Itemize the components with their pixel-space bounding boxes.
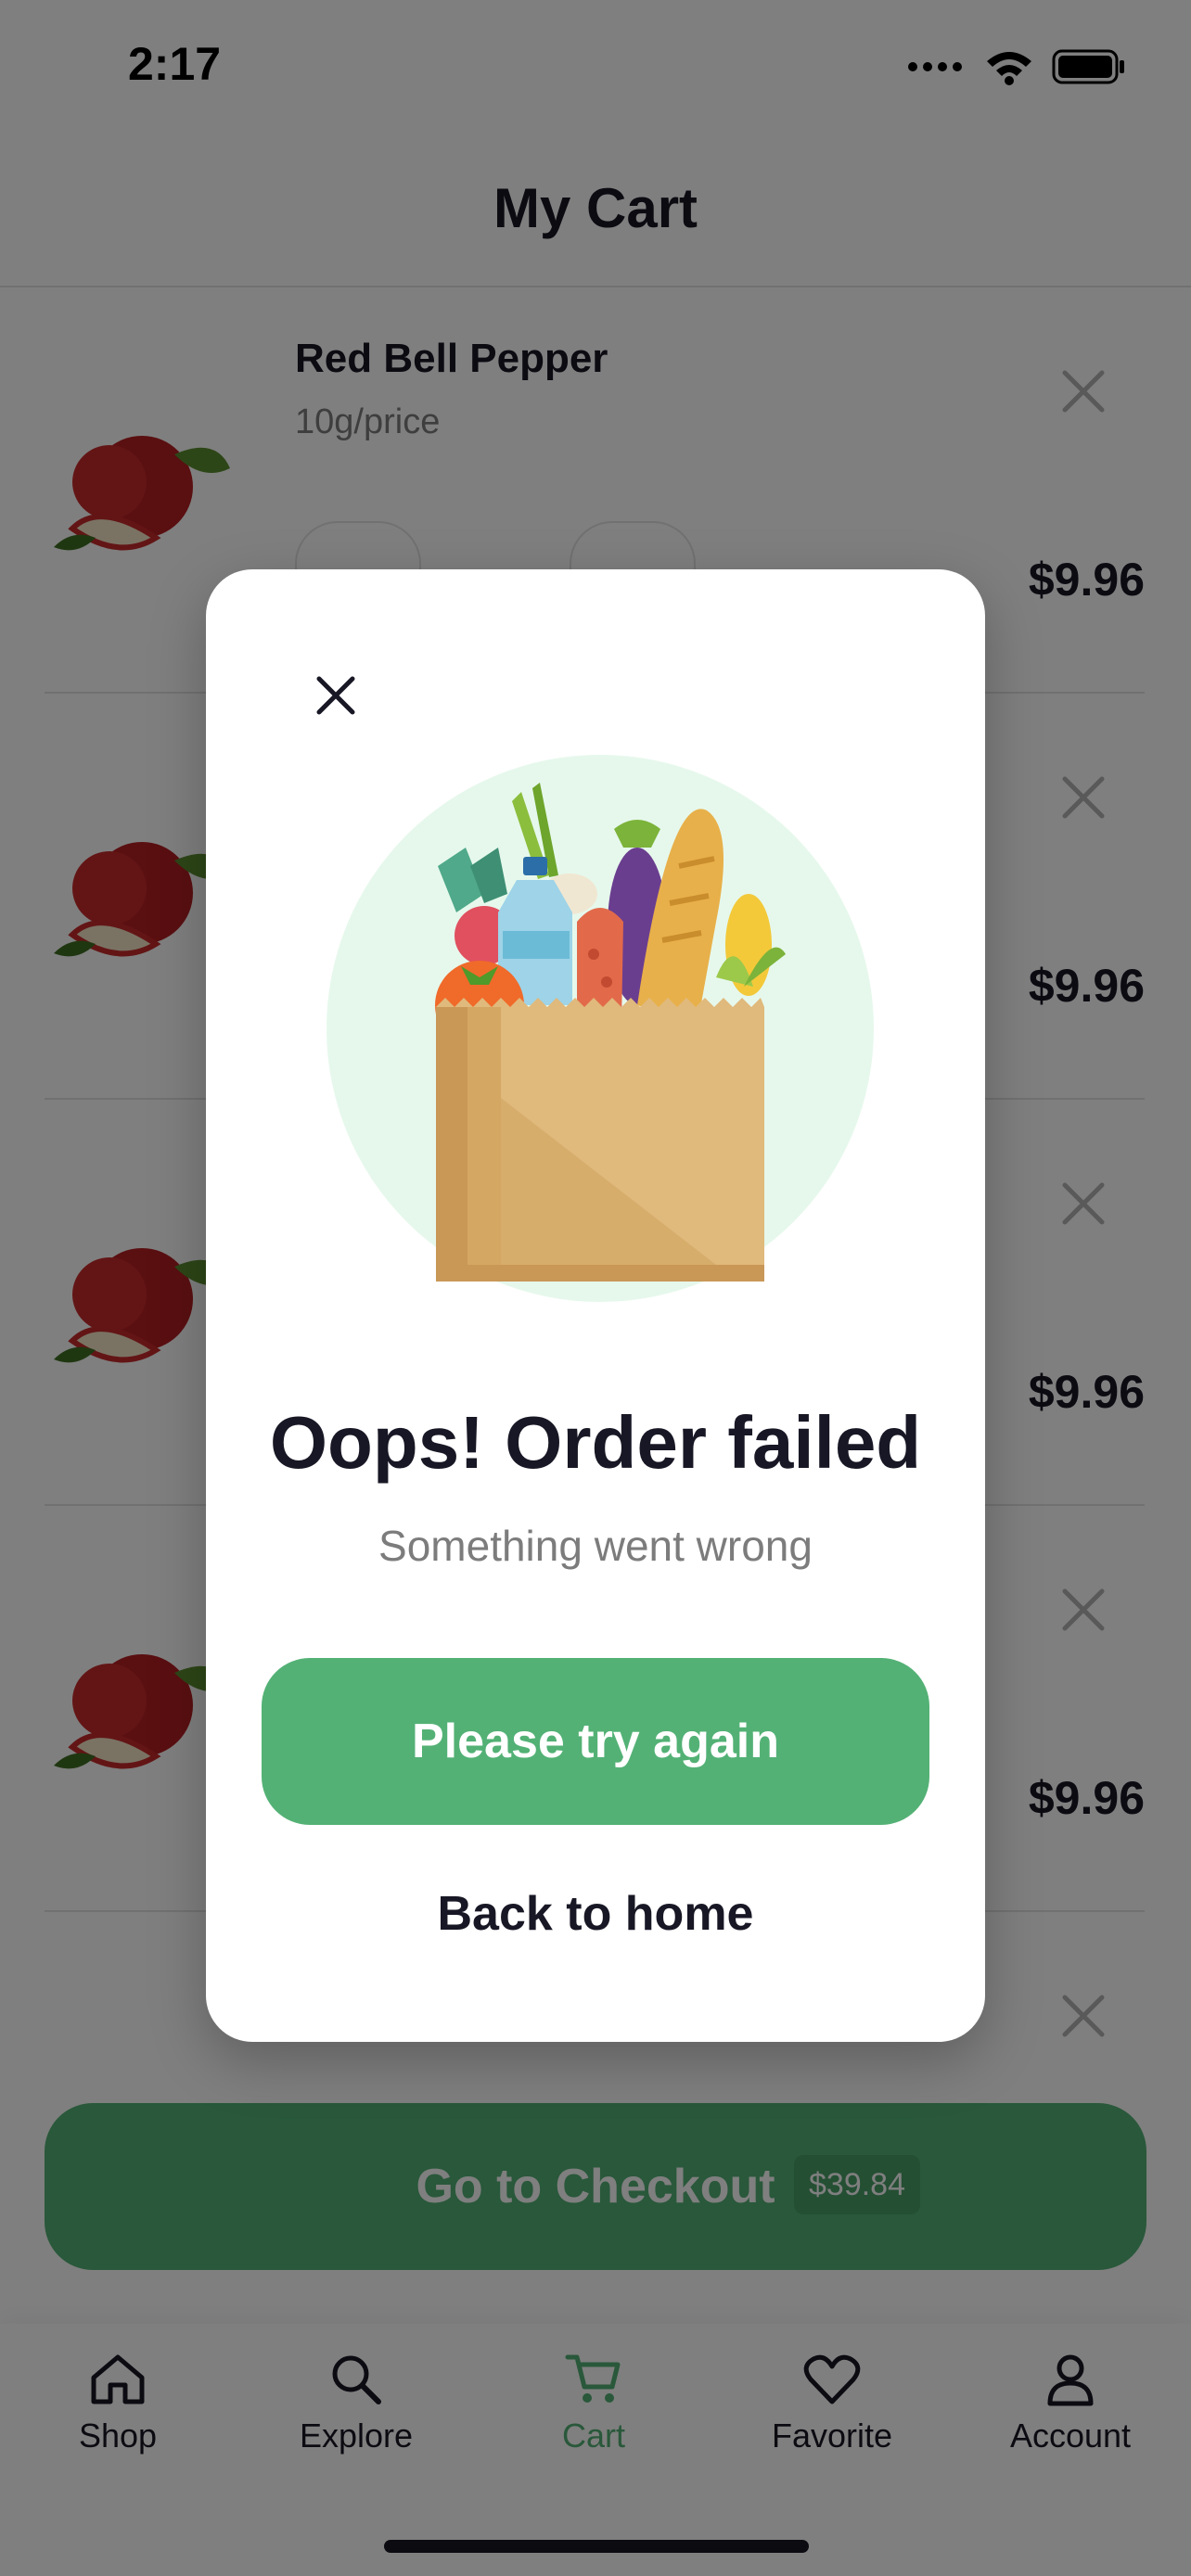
modal-subtitle: Something went wrong [378,1522,813,1570]
order-failed-dialog: Oops! Order failed Something went wrong … [206,569,985,2042]
modal-title: Oops! Order failed [269,1401,922,1484]
close-button[interactable] [299,658,373,733]
grocery-bag-illustration [327,755,874,1302]
close-icon [316,676,355,715]
back-to-home-link[interactable]: Back to home [206,1886,985,1942]
retry-button[interactable]: Please try again [262,1658,929,1825]
